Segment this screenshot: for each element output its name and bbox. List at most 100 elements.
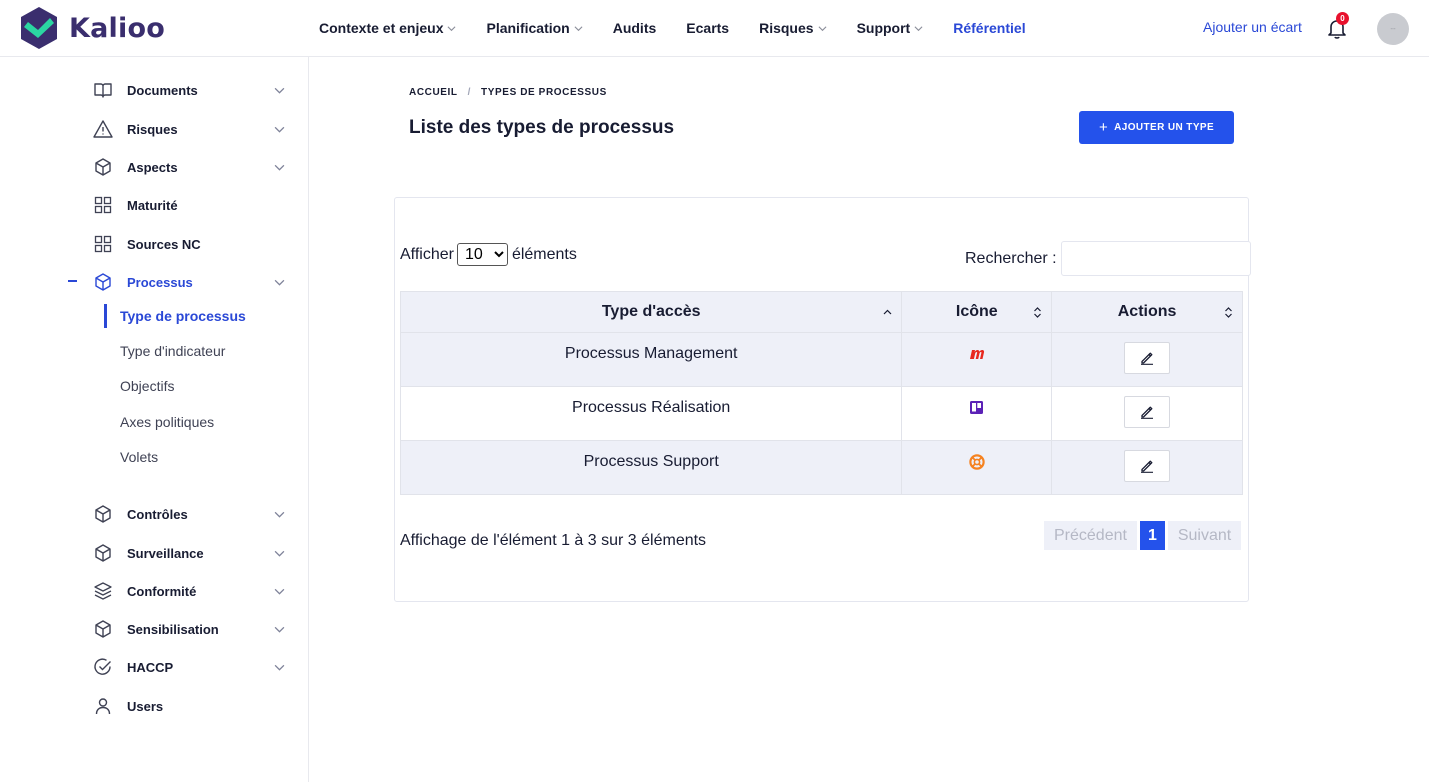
edit-pencil-icon: [1141, 460, 1154, 473]
nav-risques[interactable]: Risques: [759, 20, 827, 36]
grid-icon: [94, 196, 112, 214]
cell-type: Processus Management: [399, 332, 903, 387]
breadcrumb: ACCUEIL / TYPES DE PROCESSUS: [409, 87, 607, 98]
cell-actions: [1051, 332, 1243, 387]
sidebar-item-conformite[interactable]: Conformité: [0, 576, 309, 606]
sidebar-subitem-type-d-indicateur[interactable]: Type d'indicateur: [104, 339, 304, 363]
trello-icon: [970, 401, 984, 414]
page-size-control: Afficher 10 25 50 100 éléments: [400, 243, 577, 266]
nav-label: Planification: [486, 20, 570, 36]
nav-ecarts[interactable]: Ecarts: [686, 20, 729, 36]
sidebar-subitem-volets[interactable]: Volets: [104, 445, 304, 469]
nav-contexte-et-enjeux[interactable]: Contexte et enjeux: [319, 20, 456, 36]
sort-icon: [1225, 307, 1232, 318]
cell-actions: [1051, 440, 1243, 495]
column-header-type-acces[interactable]: Type d'accès: [399, 291, 903, 333]
edit-button[interactable]: [1124, 450, 1171, 482]
sidebar-item-label: Risques: [127, 121, 178, 137]
sidebar-item-sensibilisation[interactable]: Sensibilisation: [0, 614, 309, 644]
cell-icon: [901, 332, 1053, 387]
notification-badge: 0: [1336, 12, 1349, 25]
show-label: Afficher: [400, 245, 454, 263]
sidebar-item-risques[interactable]: Risques: [0, 114, 309, 144]
page-title: Liste des types de processus: [409, 117, 675, 138]
edit-button[interactable]: [1124, 342, 1171, 374]
sidebar-item-label: Conformité: [127, 583, 197, 599]
nav-planification[interactable]: Planification: [486, 20, 583, 36]
cell-icon: [901, 386, 1053, 441]
check-circle-icon: [94, 658, 111, 675]
chevron-down-icon: [274, 664, 285, 671]
nav-referentiel[interactable]: Référentiel: [953, 20, 1025, 36]
layers-icon: [94, 582, 112, 600]
edit-button[interactable]: [1124, 396, 1171, 428]
main-nav: Contexte et enjeux Planification Audits …: [319, 0, 1056, 56]
prev-page-button[interactable]: Précédent: [1044, 521, 1137, 550]
sidebar-subitem-objectifs[interactable]: Objectifs: [104, 374, 304, 398]
sidebar-item-controles[interactable]: Contrôles: [0, 499, 309, 529]
chevron-down-icon: [448, 25, 456, 31]
sidebar-item-label: Sensibilisation: [127, 621, 219, 637]
nav-label: Contexte et enjeux: [319, 20, 444, 36]
warning-icon: [93, 120, 113, 138]
sidebar-item-label: Sources NC: [127, 236, 201, 252]
column-header-label: Type d'accès: [601, 303, 701, 320]
chevron-down-icon: [274, 126, 285, 133]
kalioo-logo-icon: [21, 7, 57, 49]
chevron-down-icon: [818, 25, 827, 31]
cube-icon: [95, 273, 111, 291]
sidebar-item-aspects[interactable]: Aspects: [0, 152, 309, 182]
sidebar-item-label: Documents: [127, 82, 198, 98]
sidebar-item-processus[interactable]: Processus: [0, 267, 309, 297]
table-row: Processus Management: [399, 332, 1243, 387]
breadcrumb-current: TYPES DE PROCESSUS: [481, 87, 607, 98]
active-indicator: [68, 280, 77, 282]
chevron-down-icon: [274, 164, 285, 171]
nav-support[interactable]: Support: [857, 20, 924, 36]
avatar[interactable]: --: [1377, 13, 1409, 45]
user-icon: [95, 698, 111, 715]
entries-label: éléments: [511, 245, 577, 263]
sidebar-subitem-type-de-processus[interactable]: Type de processus: [104, 304, 304, 328]
sort-asc-icon: [883, 309, 892, 315]
breadcrumb-home[interactable]: ACCUEIL: [409, 87, 458, 98]
next-page-button[interactable]: Suivant: [1167, 521, 1242, 550]
breadcrumb-separator: /: [467, 87, 472, 98]
column-header-label: Icône: [955, 303, 998, 320]
page-size-select[interactable]: 10 25 50 100: [456, 243, 508, 266]
cell-type: Processus Réalisation: [399, 386, 903, 441]
sidebar-item-documents[interactable]: Documents: [0, 75, 309, 105]
column-header-actions[interactable]: Actions: [1051, 291, 1243, 333]
add-ecart-link[interactable]: Ajouter un écart: [1203, 19, 1302, 35]
add-type-button[interactable]: + AJOUTER UN TYPE: [1079, 111, 1234, 144]
logo[interactable]: Kalioo: [16, 5, 165, 51]
sidebar-item-label: Contrôles: [127, 506, 188, 522]
nav-label: Support: [856, 20, 911, 36]
edit-pencil-icon: [1141, 406, 1154, 419]
chevron-down-icon: [274, 511, 285, 518]
cube-icon: [95, 505, 111, 523]
chevron-down-icon: [914, 25, 923, 31]
nav-audits[interactable]: Audits: [613, 20, 657, 36]
search-input[interactable]: [1060, 241, 1251, 276]
sidebar-item-surveillance[interactable]: Surveillance: [0, 538, 309, 568]
nav-label: Référentiel: [953, 20, 1026, 36]
sidebar-item-users[interactable]: Users: [0, 691, 309, 721]
sort-icon: [1034, 307, 1042, 318]
column-header-icone[interactable]: Icône: [901, 291, 1053, 333]
chevron-down-icon: [274, 87, 285, 94]
process-types-table: Type d'accès Icône Actions Processus Man…: [399, 291, 1243, 495]
table-row: Processus Support: [399, 440, 1243, 495]
page-button-current[interactable]: 1: [1139, 521, 1165, 550]
sidebar-item-label: Users: [127, 698, 164, 714]
cell-type: Processus Support: [399, 440, 903, 495]
table-row: Processus Réalisation: [399, 386, 1243, 441]
sidebar-item-haccp[interactable]: HACCP: [0, 652, 309, 682]
grid-icon: [94, 235, 112, 253]
chevron-down-icon: [274, 588, 285, 595]
search-label: Rechercher :: [965, 249, 1057, 267]
sidebar-item-sources-nc[interactable]: Sources NC: [0, 229, 309, 259]
sidebar-subitem-axes-politiques[interactable]: Axes politiques: [104, 410, 304, 434]
sidebar-item-maturite[interactable]: Maturité: [0, 190, 309, 220]
chevron-down-icon: [274, 279, 285, 286]
